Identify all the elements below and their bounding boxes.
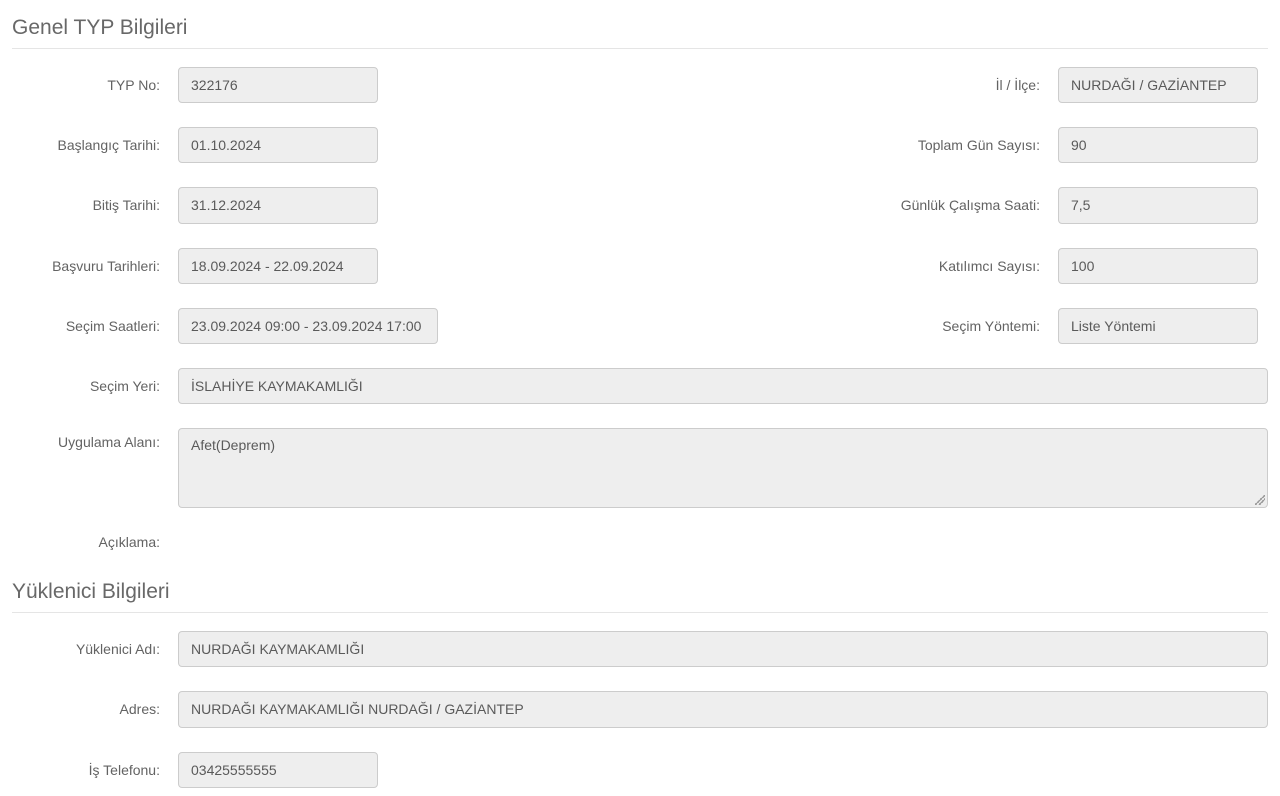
value-secim-saatleri: 23.09.2024 09:00 - 23.09.2024 17:00 [178, 308, 438, 344]
value-adres: NURDAĞI KAYMAKAMLIĞI NURDAĞI / GAZİANTEP [178, 691, 1268, 727]
value-bitis-tarihi: 31.12.2024 [178, 187, 378, 223]
value-il-ilce: NURDAĞI / GAZİANTEP [1058, 67, 1258, 103]
value-secim-yeri: İSLAHİYE KAYMAKAMLIĞI [178, 368, 1268, 404]
label-yuklenici-adi: Yüklenici Adı: [12, 641, 162, 657]
contractor-info-grid: Yüklenici Adı: NURDAĞI KAYMAKAMLIĞI Adre… [12, 631, 1268, 788]
value-secim-yontemi: Liste Yöntemi [1058, 308, 1258, 344]
value-basvuru-tarihleri: 18.09.2024 - 22.09.2024 [178, 248, 378, 284]
label-gunluk-calisma-saati: Günlük Çalışma Saati: [862, 197, 1042, 213]
value-gunluk-calisma-saati: 7,5 [1058, 187, 1258, 223]
value-katilimci-sayisi: 100 [1058, 248, 1258, 284]
value-aciklama [178, 532, 1268, 552]
label-uygulama-alani: Uygulama Alanı: [12, 428, 162, 450]
label-katilimci-sayisi: Katılımcı Sayısı: [862, 258, 1042, 274]
value-yuklenici-adi: NURDAĞI KAYMAKAMLIĞI [178, 631, 1268, 667]
value-toplam-gun-sayisi: 90 [1058, 127, 1258, 163]
label-aciklama: Açıklama: [12, 534, 162, 550]
label-secim-yontemi: Seçim Yöntemi: [862, 318, 1042, 334]
label-secim-saatleri: Seçim Saatleri: [12, 318, 162, 334]
label-bitis-tarihi: Bitiş Tarihi: [12, 197, 162, 213]
label-il-ilce: İl / İlçe: [862, 77, 1042, 93]
section-title-general: Genel TYP Bilgileri [12, 16, 1268, 40]
value-typ-no: 322176 [178, 67, 378, 103]
section-title-contractor: Yüklenici Bilgileri [12, 580, 1268, 604]
value-uygulama-alani: Afet(Deprem) [178, 428, 1268, 508]
value-baslangic-tarihi: 01.10.2024 [178, 127, 378, 163]
value-is-telefonu: 03425555555 [178, 752, 378, 788]
label-adres: Adres: [12, 701, 162, 717]
general-info-grid: TYP No: 322176 İl / İlçe: NURDAĞI / GAZİ… [12, 67, 1268, 552]
label-baslangic-tarihi: Başlangıç Tarihi: [12, 137, 162, 153]
label-toplam-gun-sayisi: Toplam Gün Sayısı: [862, 137, 1042, 153]
section-rule [12, 48, 1268, 49]
section-rule-2 [12, 612, 1268, 613]
label-basvuru-tarihleri: Başvuru Tarihleri: [12, 258, 162, 274]
label-secim-yeri: Seçim Yeri: [12, 378, 162, 394]
label-is-telefonu: İş Telefonu: [12, 762, 162, 778]
label-typ-no: TYP No: [12, 77, 162, 93]
